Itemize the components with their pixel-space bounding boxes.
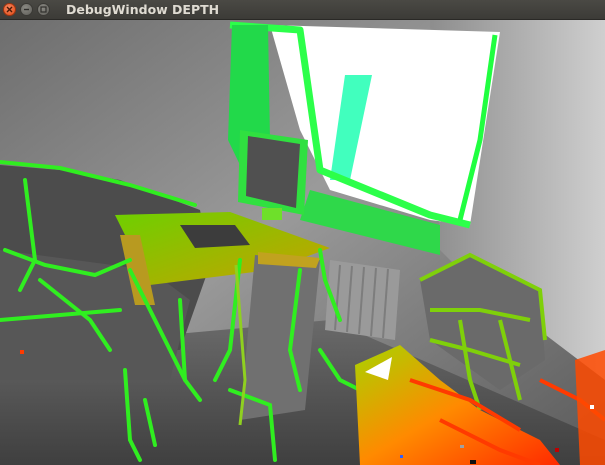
minimize-icon <box>24 8 29 11</box>
minimize-button[interactable] <box>20 3 33 16</box>
window-title: DebugWindow DEPTH <box>66 2 220 17</box>
depth-view[interactable] <box>0 20 605 465</box>
debug-window: DebugWindow DEPTH <box>0 0 605 465</box>
title-bar[interactable]: DebugWindow DEPTH <box>0 0 605 20</box>
depth-image <box>0 20 605 465</box>
monitor-screen <box>246 136 300 208</box>
close-button[interactable] <box>3 3 16 16</box>
monitor-stand <box>262 208 282 220</box>
maximize-button[interactable] <box>37 3 50 16</box>
close-icon <box>6 6 13 13</box>
maximize-icon <box>40 6 47 13</box>
